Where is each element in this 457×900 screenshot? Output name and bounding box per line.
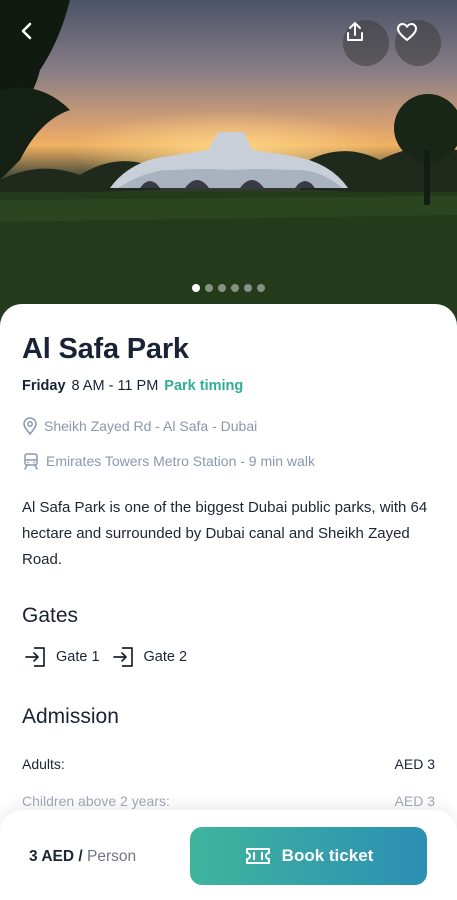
carousel-dot[interactable] bbox=[244, 284, 252, 292]
opening-hours: Friday 8 AM - 11 PM Park timing bbox=[22, 378, 243, 394]
admission-heading: Admission bbox=[22, 705, 119, 728]
carousel-dot[interactable] bbox=[192, 284, 200, 292]
admission-price: AED 3 bbox=[394, 756, 435, 772]
gate-item[interactable]: Gate 2 bbox=[112, 645, 188, 669]
gates-list: Gate 1 Gate 2 bbox=[24, 645, 187, 669]
gate-item[interactable]: Gate 1 bbox=[24, 645, 100, 669]
back-arrow-icon bbox=[21, 22, 32, 40]
booking-bar: 3 AED / Person Book ticket bbox=[0, 810, 457, 900]
park-photo bbox=[0, 0, 457, 330]
price-unit: Person bbox=[87, 848, 137, 865]
address-text: Sheikh Zayed Rd - Al Safa - Dubai bbox=[44, 418, 258, 434]
hero-image bbox=[0, 0, 457, 330]
admission-label: Children above 2 years: bbox=[22, 793, 170, 809]
admission-label: Adults: bbox=[22, 756, 65, 772]
address-row[interactable]: Sheikh Zayed Rd - Al Safa - Dubai bbox=[22, 417, 257, 435]
share-icon bbox=[347, 22, 363, 41]
carousel-dot[interactable] bbox=[218, 284, 226, 292]
park-description: Al Safa Park is one of the biggest Dubai… bbox=[22, 499, 428, 568]
gate-label: Gate 1 bbox=[56, 649, 100, 665]
gates-heading: Gates bbox=[22, 604, 79, 627]
book-ticket-button[interactable]: Book ticket bbox=[190, 827, 427, 885]
book-ticket-label: Book ticket bbox=[281, 846, 374, 865]
share-button[interactable] bbox=[343, 20, 389, 66]
opening-day: Friday bbox=[22, 378, 66, 394]
metro-row[interactable]: Emirates Towers Metro Station - 9 min wa… bbox=[22, 452, 315, 470]
park-timing-link[interactable]: Park timing bbox=[164, 378, 243, 394]
page-title: Al Safa Park bbox=[22, 333, 189, 365]
price-per-person: 3 AED / Person bbox=[29, 848, 136, 866]
favorite-button[interactable] bbox=[395, 20, 441, 66]
metro-text: Emirates Towers Metro Station - 9 min wa… bbox=[46, 453, 315, 469]
gate-label: Gate 2 bbox=[143, 649, 188, 665]
ticket-icon bbox=[245, 848, 270, 864]
location-pin-icon bbox=[23, 417, 37, 435]
carousel-indicator[interactable] bbox=[0, 284, 457, 292]
price-amount: 3 AED / bbox=[29, 848, 83, 865]
admission-row: Adults: AED 3 bbox=[22, 756, 435, 772]
metro-train-icon bbox=[24, 453, 38, 470]
back-button[interactable] bbox=[16, 20, 60, 64]
carousel-dot[interactable] bbox=[205, 284, 213, 292]
admission-row: Children above 2 years: AED 3 bbox=[22, 793, 435, 809]
heart-icon bbox=[397, 23, 417, 41]
carousel-dot[interactable] bbox=[257, 284, 265, 292]
enter-gate-icon bbox=[25, 647, 45, 667]
enter-gate-icon bbox=[112, 647, 133, 667]
admission-price: AED 3 bbox=[394, 793, 435, 809]
opening-time: 8 AM - 11 PM bbox=[71, 378, 159, 394]
carousel-dot[interactable] bbox=[231, 284, 239, 292]
